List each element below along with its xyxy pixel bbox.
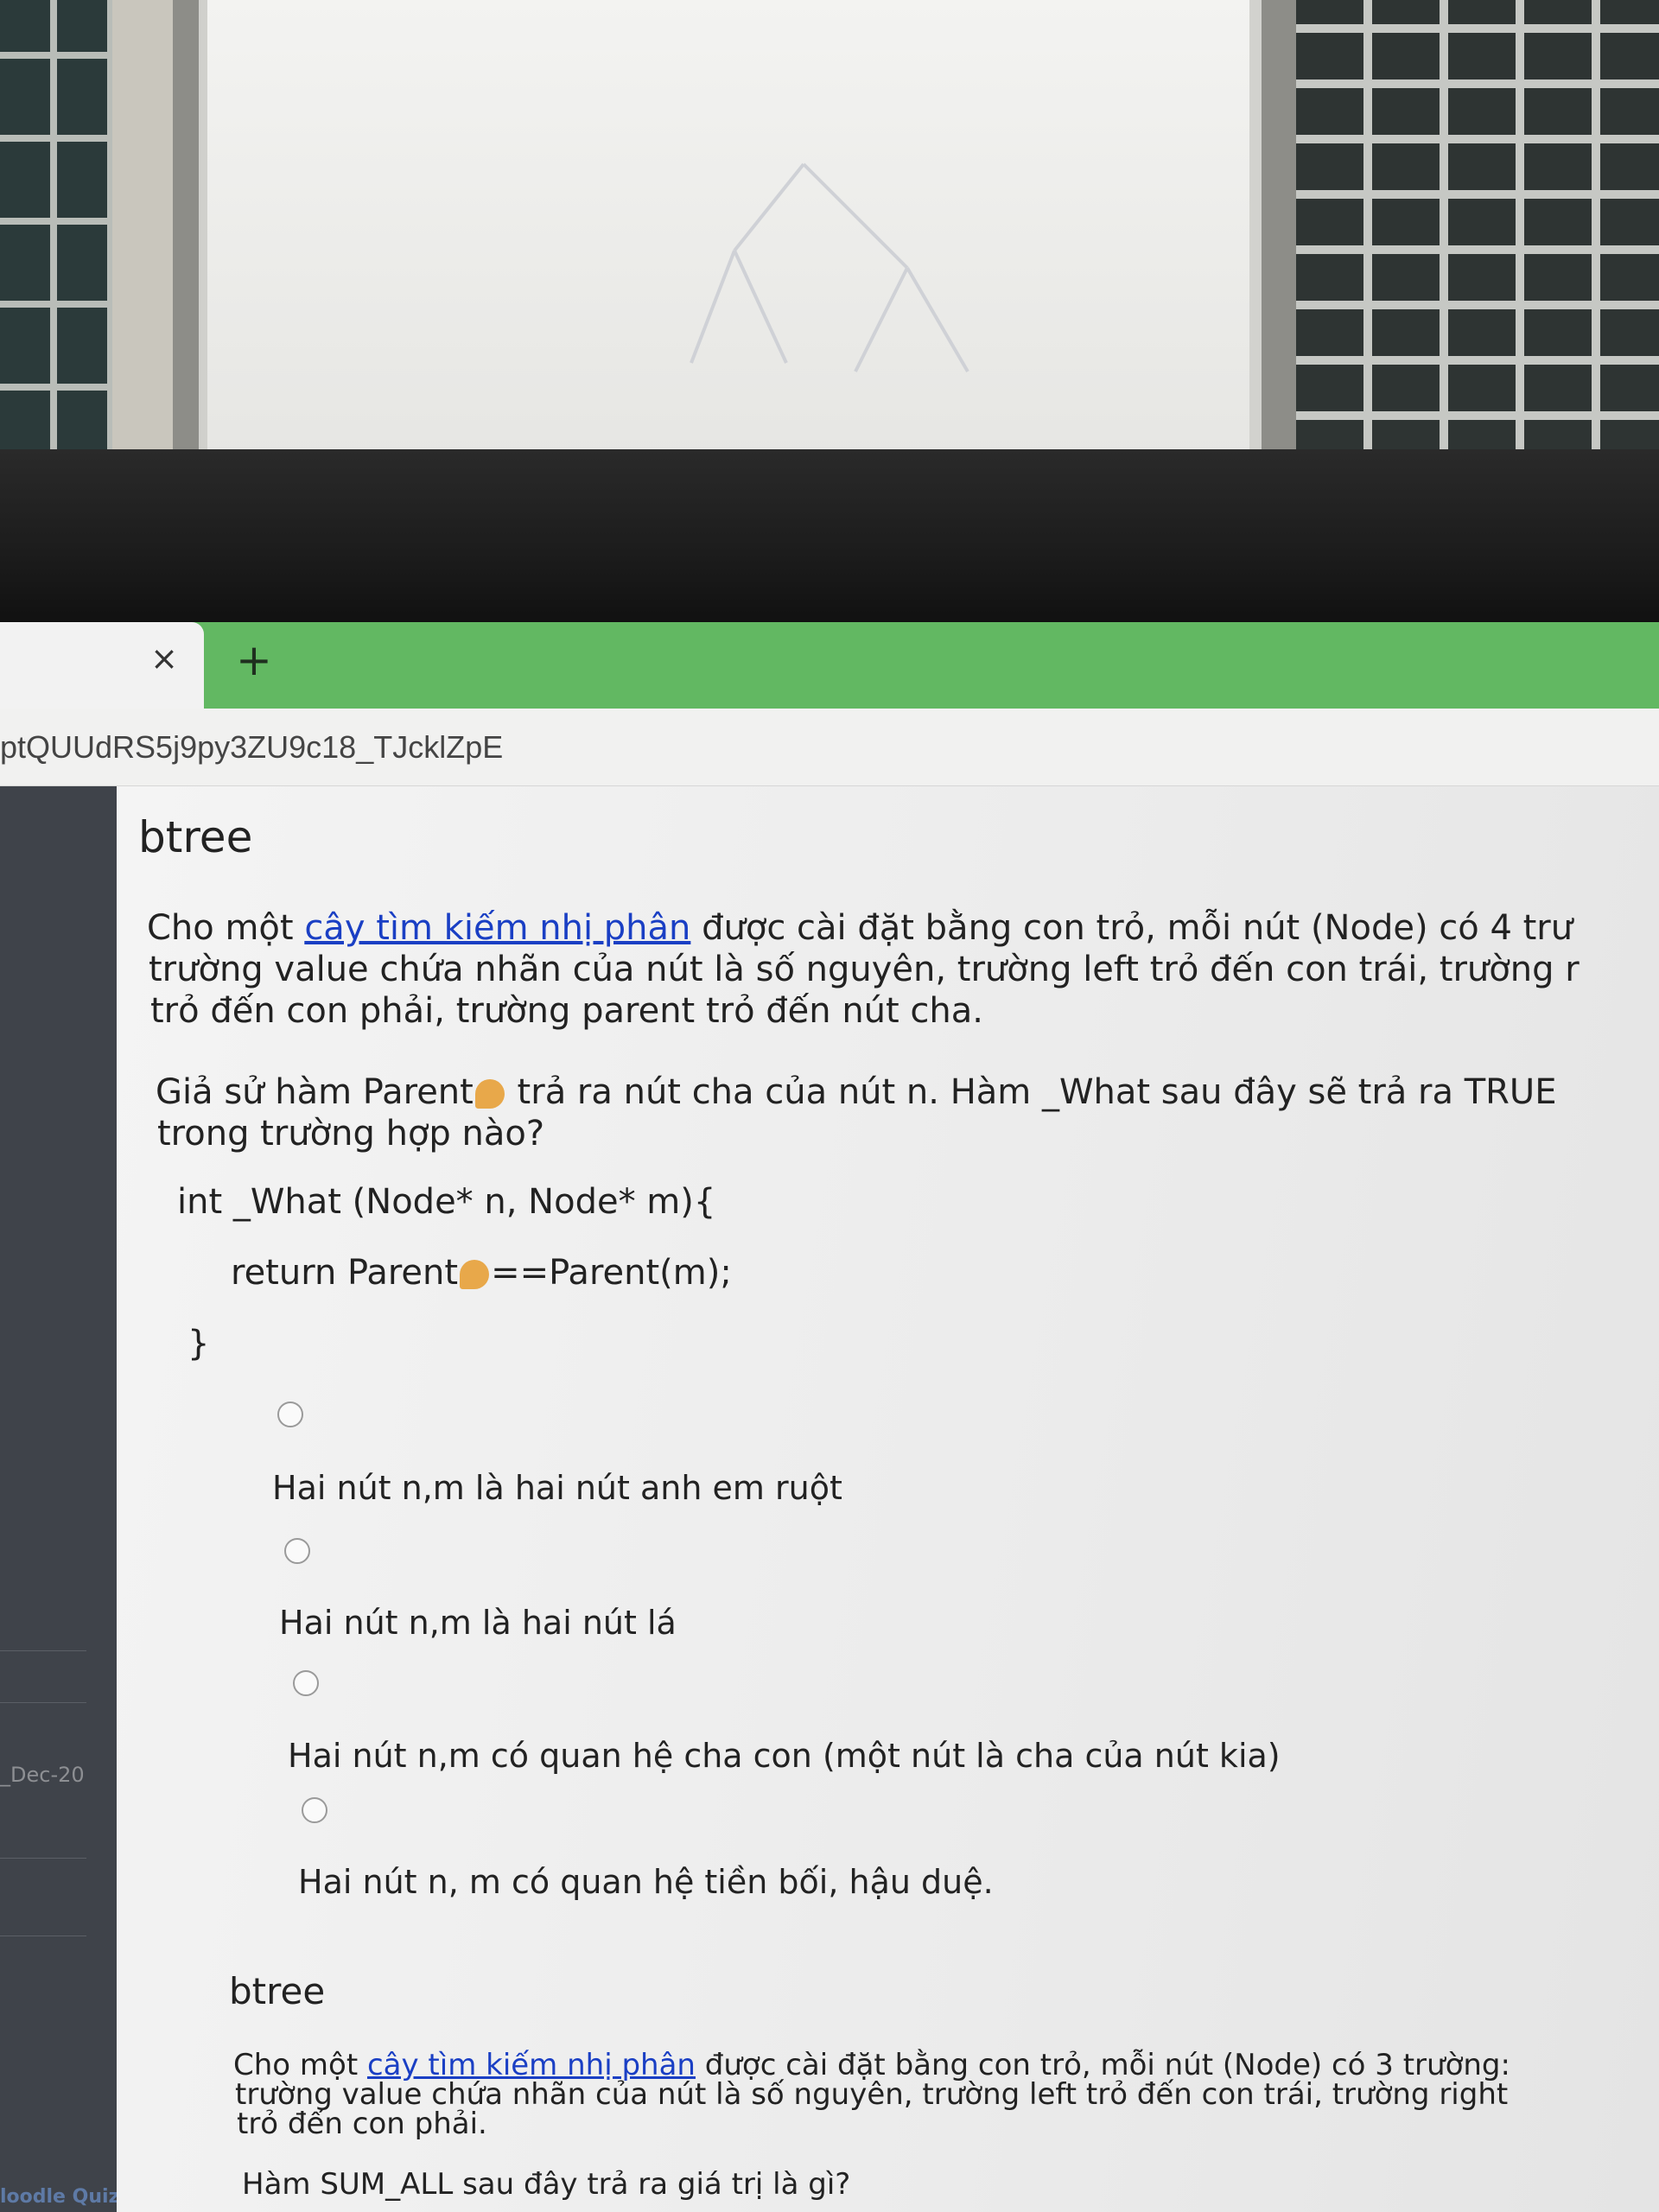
monitor-screen: × + ptQUUdRS5j9py3ZU9c18_TJcklZpE _Dec-2… (0, 622, 1659, 2212)
code-text: ==Parent(m); (491, 1253, 732, 1293)
sidebar-divider (0, 1702, 86, 1703)
question-text: trả ra nút cha của nút n. Hàm _What sau … (505, 1072, 1557, 1112)
answer-radio[interactable] (293, 1670, 319, 1696)
sidebar-date-link[interactable]: _Dec-20 (0, 1763, 85, 1787)
address-bar[interactable]: ptQUUdRS5j9py3ZU9c18_TJcklZpE (0, 709, 1659, 786)
question-title: btree (138, 812, 253, 862)
new-tab-button[interactable]: + (235, 639, 273, 682)
url-text[interactable]: ptQUUdRS5j9py3ZU9c18_TJcklZpE (0, 729, 503, 766)
question-text-line: Hàm SUM_ALL sau đây trả ra giá trị là gì… (242, 2167, 851, 2202)
answer-option[interactable]: Hai nút n,m là hai nút lá (279, 1604, 677, 1642)
close-icon[interactable]: × (147, 641, 181, 676)
room-background (0, 0, 1659, 467)
binary-search-tree-link[interactable]: cây tìm kiếm nhị phân (304, 908, 690, 948)
whiteboard-tree-drawing (690, 162, 969, 373)
question-text-line: trường value chứa nhãn của nút là số ngu… (149, 950, 1580, 989)
question-text-line: trong trường hợp nào? (157, 1114, 545, 1154)
whiteboard (199, 0, 1262, 467)
code-text: return Parent (231, 1253, 459, 1293)
question-text-line: trỏ đến con phải, trường parent trỏ đến … (150, 991, 984, 1031)
answer-radio[interactable] (277, 1402, 303, 1427)
question-title: btree (229, 1970, 326, 2012)
browser-tab[interactable]: × (0, 622, 204, 709)
emoji-icon (474, 1079, 505, 1109)
sidebar-divider (0, 1650, 86, 1651)
browser-tab-bar: × + (0, 622, 1659, 709)
emoji-icon (460, 1260, 490, 1289)
answer-option[interactable]: Hai nút n, m có quan hệ tiền bối, hậu du… (298, 1863, 994, 1901)
code-line: return Parent ==Parent(m); (231, 1253, 732, 1293)
question-text-line: Giả sử hàm Parent trả ra nút cha của nút… (156, 1071, 1556, 1113)
answer-option[interactable]: Hai nút n,m là hai nút anh em ruột (272, 1469, 842, 1507)
code-line: } (188, 1324, 210, 1363)
window-right (1296, 0, 1659, 467)
answer-radio[interactable] (302, 1797, 327, 1823)
question-text-line: trỏ đến con phải. (237, 2107, 487, 2141)
monitor-bezel (0, 449, 1659, 622)
window-left (0, 0, 112, 467)
code-line: int _What (Node* n, Node* m){ (177, 1182, 716, 1222)
question-text: Cho một (147, 908, 305, 948)
question-text-line: Cho một cây tìm kiếm nhị phân được cài đ… (147, 907, 1573, 949)
quiz-sidebar: _Dec-20 loodle Quiz (0, 786, 119, 2212)
question-text: được cài đặt bằng con trỏ, mỗi nút (Node… (690, 908, 1573, 948)
sidebar-divider (0, 1858, 86, 1859)
answer-option[interactable]: Hai nút n,m có quan hệ cha con (một nút … (288, 1737, 1281, 1775)
answer-radio[interactable] (284, 1538, 310, 1564)
wall-post (112, 0, 173, 467)
quiz-content: btree Cho một cây tìm kiếm nhị phân được… (117, 786, 1659, 2212)
question-text: Giả sử hàm Parent (156, 1072, 474, 1112)
sidebar-quiz-link[interactable]: loodle Quiz (0, 2186, 119, 2208)
